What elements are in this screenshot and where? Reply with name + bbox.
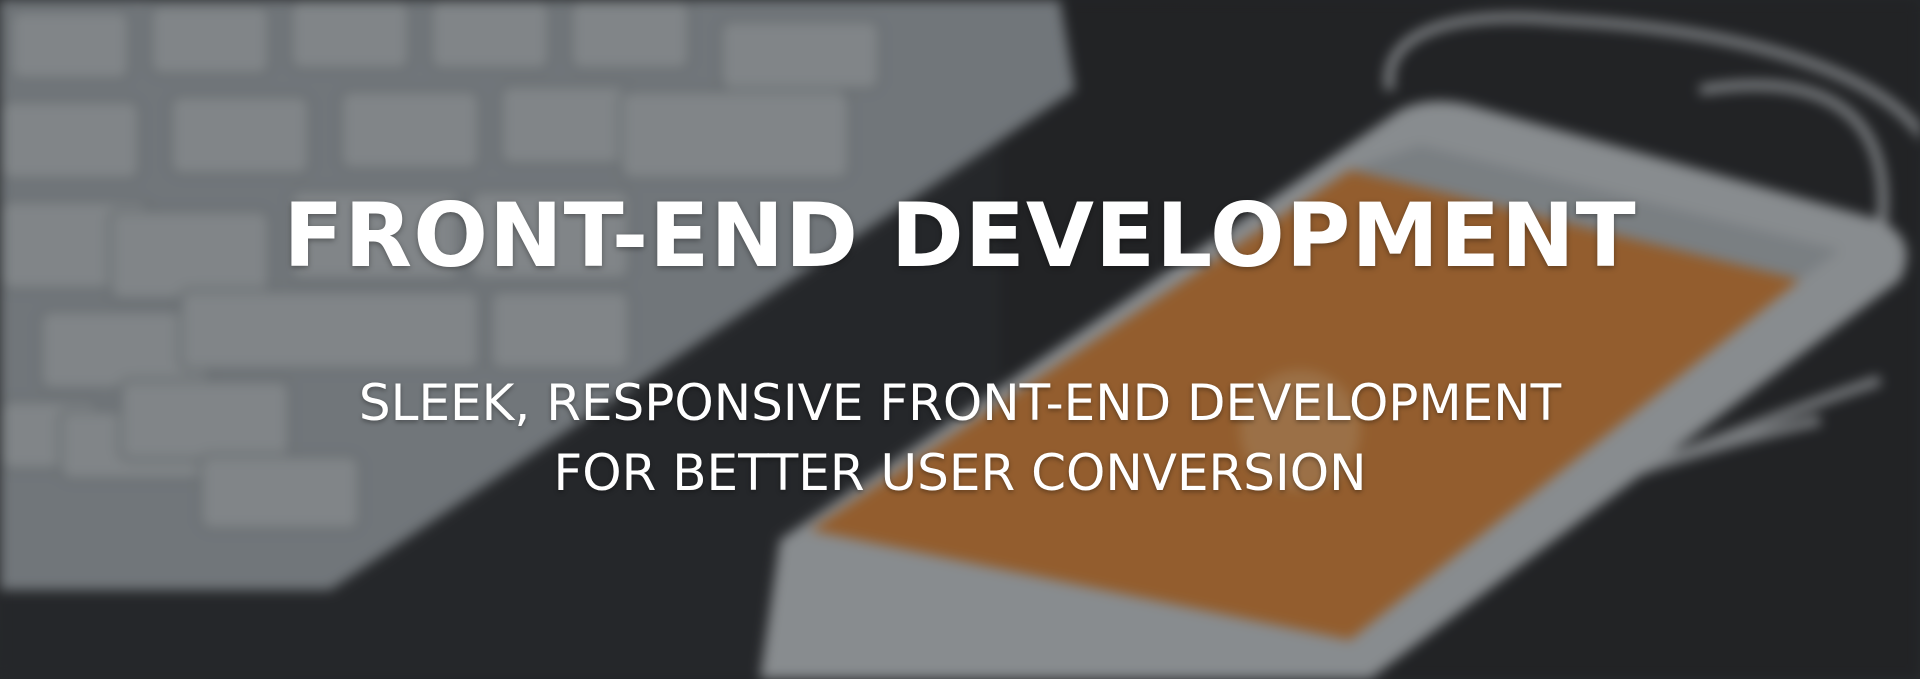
hero-subtitle: SLEEK, RESPONSIVE FRONT-END DEVELOPMENT … [0,368,1920,508]
hero-subtitle-line-1: SLEEK, RESPONSIVE FRONT-END DEVELOPMENT [358,374,1562,432]
hero-title: FRONT-END DEVELOPMENT [283,184,1637,287]
hero-subtitle-line-2: FOR BETTER USER CONVERSION [553,444,1367,502]
hero-content: FRONT-END DEVELOPMENT SLEEK, RESPONSIVE … [0,0,1920,679]
hero-banner: FRONT-END DEVELOPMENT SLEEK, RESPONSIVE … [0,0,1920,679]
